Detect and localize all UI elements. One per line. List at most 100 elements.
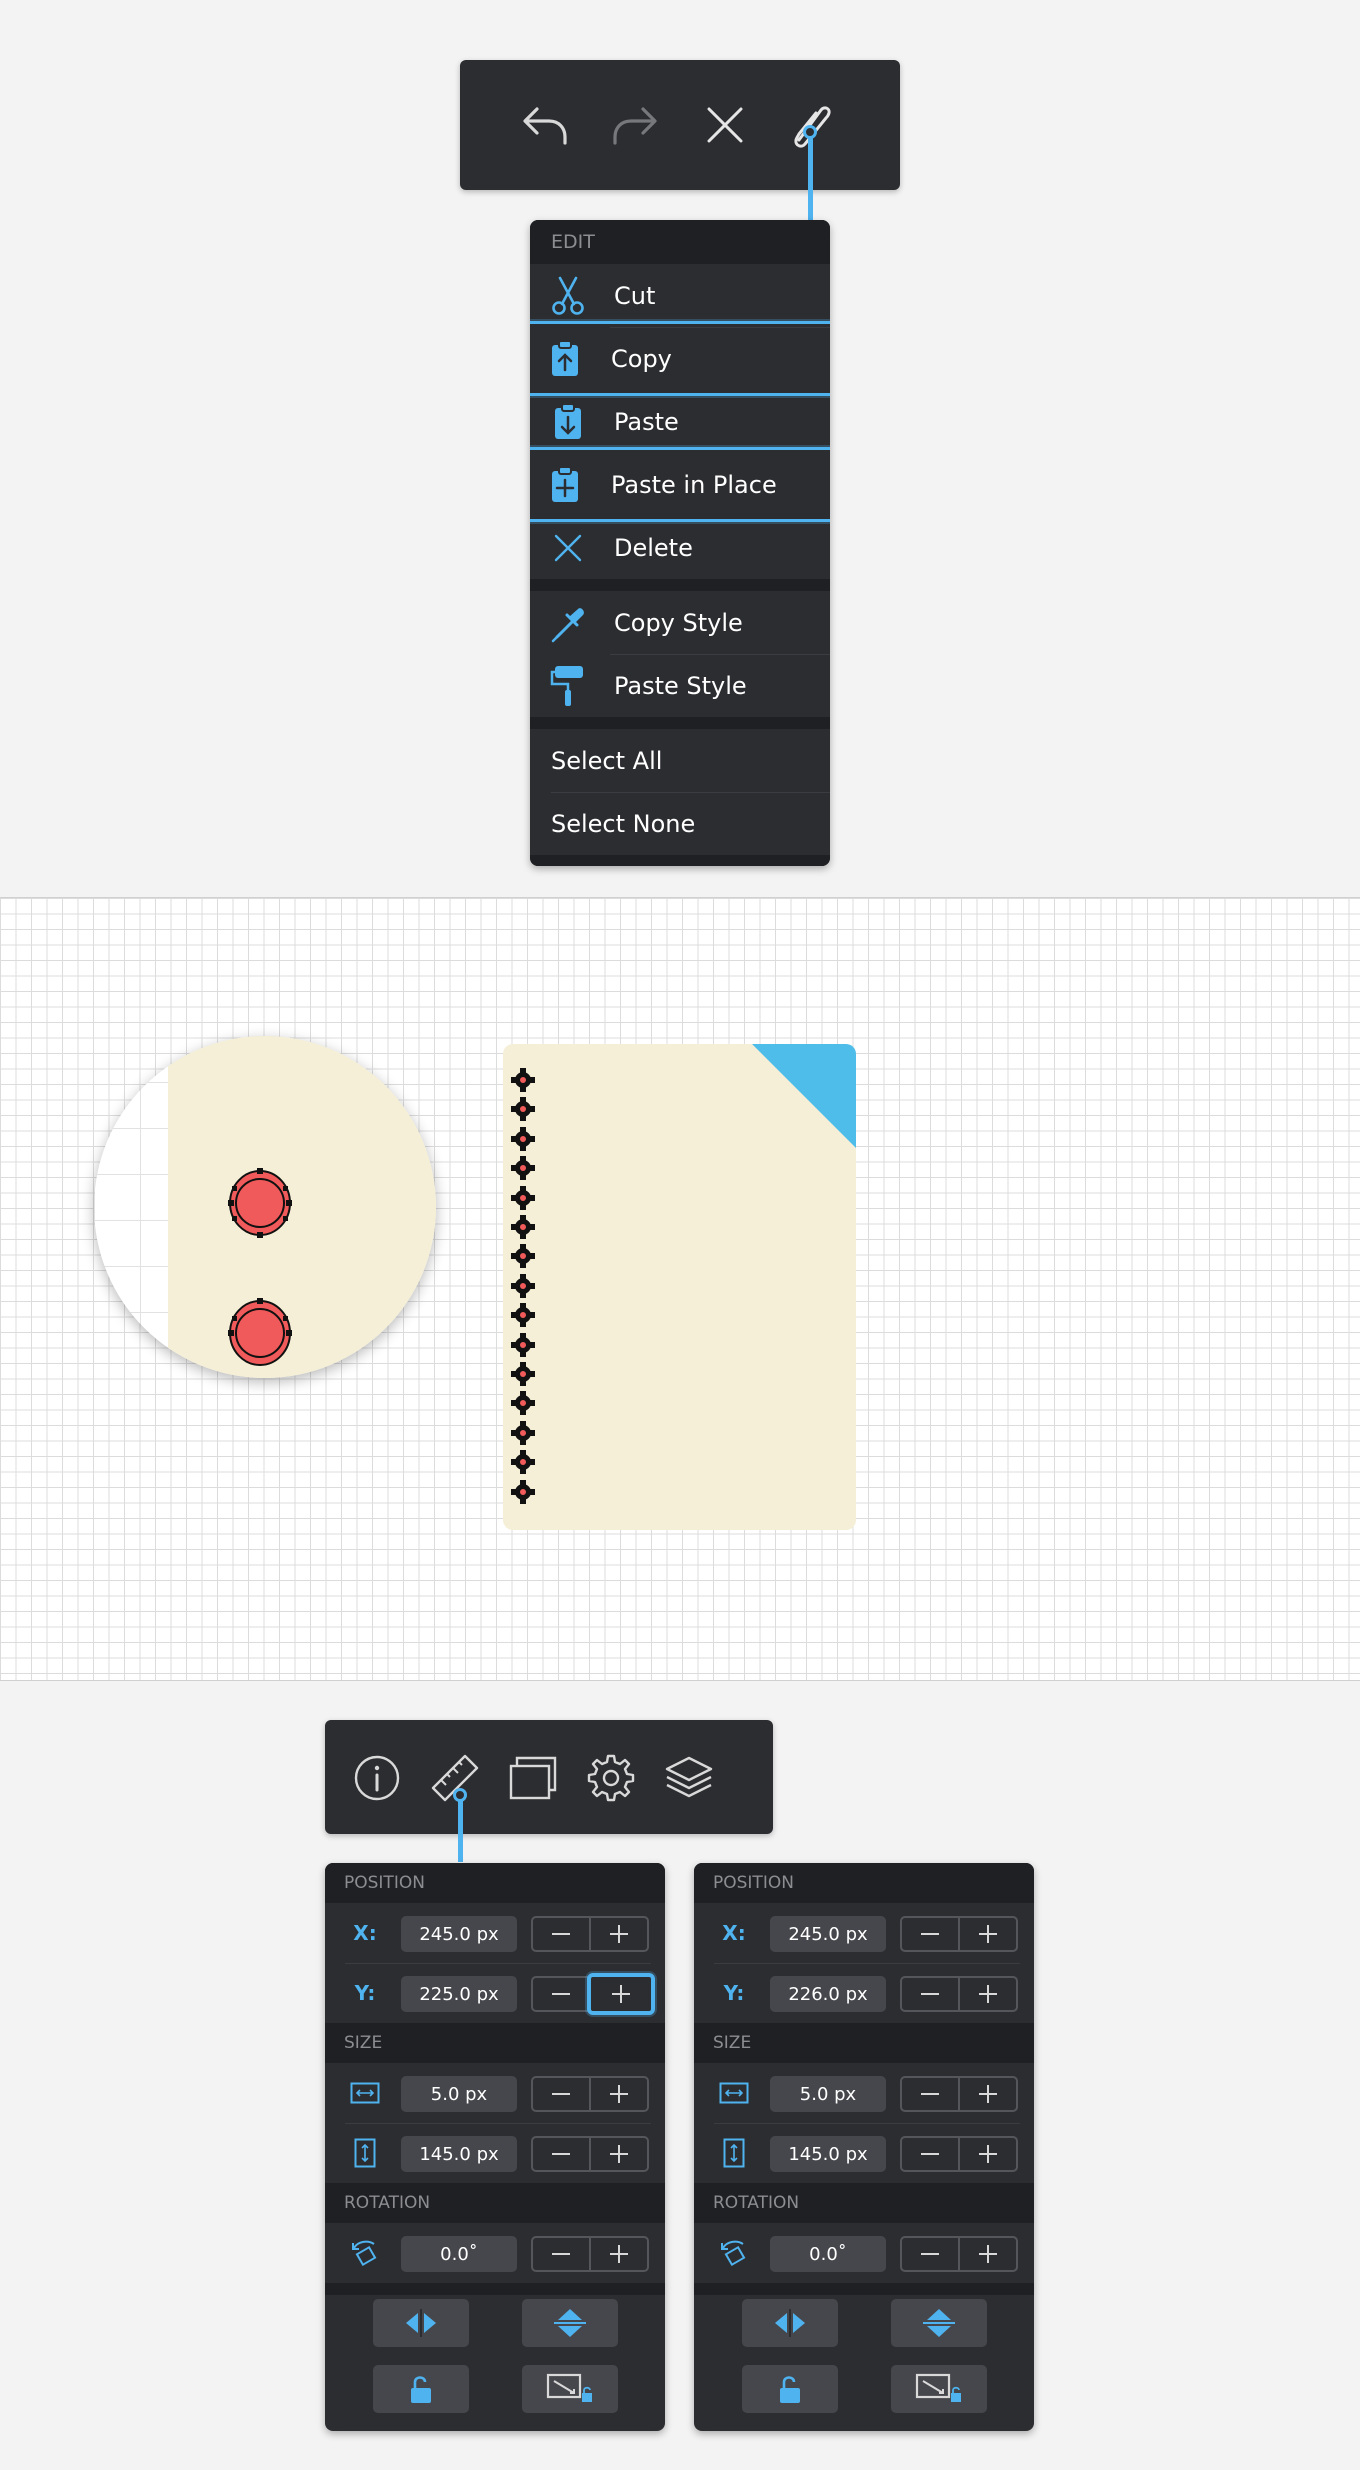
x-field[interactable]: 245.0 px <box>770 1916 886 1952</box>
menu-item-select-none[interactable]: Select None <box>530 792 830 855</box>
binding-hole <box>511 1450 535 1475</box>
height-row: 145.0 px <box>325 2123 665 2183</box>
rotation-stepper <box>900 2236 1020 2272</box>
unlock-icon <box>780 2376 800 2403</box>
y-increment-button[interactable] <box>958 1976 1018 2012</box>
layers-copy-button[interactable] <box>501 1746 565 1810</box>
height-icon <box>354 2138 376 2168</box>
y-stepper <box>900 1976 1020 2012</box>
height-icon <box>723 2138 745 2168</box>
menu-item-label: Paste <box>614 407 679 436</box>
x-field[interactable]: 245.0 px <box>401 1916 517 1952</box>
undo-button[interactable] <box>510 90 580 160</box>
binding-hole <box>511 1479 535 1504</box>
menu-item-paste-style[interactable]: Paste Style <box>530 654 830 717</box>
menu-item-cut[interactable]: Cut <box>530 264 830 327</box>
notepad-shape[interactable] <box>503 1044 856 1530</box>
height-increment-button[interactable] <box>958 2136 1018 2172</box>
binding-hole <box>511 1244 535 1269</box>
y-field[interactable]: 225.0 px <box>401 1976 517 2012</box>
magnifier-loupe <box>94 1036 436 1378</box>
height-decrement-button[interactable] <box>900 2136 960 2172</box>
flip-horizontal-button[interactable] <box>373 2299 469 2347</box>
size-header: SIZE <box>325 2023 665 2063</box>
lock-button[interactable] <box>742 2365 838 2413</box>
layers-copy-icon <box>509 1756 557 1800</box>
flip-horizontal-icon <box>406 2309 436 2337</box>
rotation-decrement-button[interactable] <box>531 2236 591 2272</box>
eyedropper-icon <box>551 607 584 642</box>
width-row: 5.0 px <box>694 2063 1034 2123</box>
clipboard-paste-icon <box>555 402 581 439</box>
scissors-icon <box>552 276 584 315</box>
width-field[interactable]: 5.0 px <box>770 2076 886 2112</box>
position-header: POSITION <box>325 1863 665 1903</box>
rotation-header: ROTATION <box>694 2183 1034 2223</box>
x-increment-button[interactable] <box>589 1916 649 1952</box>
binding-hole <box>511 1362 535 1386</box>
y-decrement-button[interactable] <box>900 1976 960 2012</box>
lock-button[interactable] <box>373 2365 469 2413</box>
info-button[interactable] <box>345 1746 409 1810</box>
flip-vertical-button[interactable] <box>891 2299 987 2347</box>
menu-group-divider <box>530 579 830 591</box>
height-increment-button[interactable] <box>589 2136 649 2172</box>
magnified-hole-bottom <box>228 1298 292 1366</box>
y-decrement-button[interactable] <box>531 1976 591 2012</box>
x-decrement-button[interactable] <box>900 1916 960 1952</box>
y-label: Y: <box>354 1981 376 2005</box>
menu-header: EDIT <box>530 220 830 264</box>
flip-vertical-icon <box>554 2309 586 2337</box>
width-stepper <box>531 2076 651 2112</box>
rotation-field[interactable]: 0.0˚ <box>401 2236 517 2272</box>
x-label: X: <box>722 1921 746 1945</box>
width-increment-button[interactable] <box>589 2076 649 2112</box>
height-decrement-button[interactable] <box>531 2136 591 2172</box>
rotation-increment-button[interactable] <box>589 2236 649 2272</box>
menu-item-copy[interactable]: Copy <box>530 321 830 396</box>
height-field[interactable]: 145.0 px <box>401 2136 517 2172</box>
clipboard-copy-icon <box>552 339 578 376</box>
menu-item-select-all[interactable]: Select All <box>530 729 830 792</box>
x-increment-button[interactable] <box>958 1916 1018 1952</box>
binding-hole <box>511 1097 535 1122</box>
menu-item-paste[interactable]: Paste <box>530 390 830 453</box>
clipboard-paste-in-place-icon <box>552 465 578 502</box>
flip-vertical-button[interactable] <box>522 2299 618 2347</box>
width-increment-button[interactable] <box>958 2076 1018 2112</box>
toolbar-menu-connector <box>808 130 813 220</box>
lock-proportions-button[interactable] <box>891 2365 987 2413</box>
width-decrement-button[interactable] <box>900 2076 960 2112</box>
menu-item-label: Select None <box>551 809 696 838</box>
drawing-canvas[interactable] <box>0 897 1360 1681</box>
binding-hole <box>511 1420 535 1445</box>
rotation-increment-button[interactable] <box>958 2236 1018 2272</box>
rotation-header: ROTATION <box>325 2183 665 2223</box>
flip-horizontal-icon <box>775 2309 805 2337</box>
binding-hole <box>511 1391 535 1416</box>
redo-button[interactable] <box>600 90 670 160</box>
delete-x-icon <box>554 534 582 561</box>
menu-item-paste-in-place[interactable]: Paste in Place <box>530 447 830 522</box>
rotation-field[interactable]: 0.0˚ <box>770 2236 886 2272</box>
rotation-decrement-button[interactable] <box>900 2236 960 2272</box>
proportion-lock-icon <box>546 2373 592 2402</box>
y-increment-button[interactable] <box>587 1973 655 2015</box>
settings-button[interactable] <box>579 1746 643 1810</box>
flip-horizontal-button[interactable] <box>742 2299 838 2347</box>
height-field[interactable]: 145.0 px <box>770 2136 886 2172</box>
x-decrement-button[interactable] <box>531 1916 591 1952</box>
top-toolbar <box>460 60 900 220</box>
binding-hole <box>511 1126 535 1151</box>
menu-item-copy-style[interactable]: Copy Style <box>530 591 830 654</box>
layers-button[interactable] <box>657 1746 721 1810</box>
paint-roller-icon <box>550 665 583 706</box>
width-field[interactable]: 5.0 px <box>401 2076 517 2112</box>
y-field[interactable]: 226.0 px <box>770 1976 886 2012</box>
lock-proportions-button[interactable] <box>522 2365 618 2413</box>
width-decrement-button[interactable] <box>531 2076 591 2112</box>
menu-item-delete[interactable]: Delete <box>530 516 830 579</box>
menu-item-label: Cut <box>614 281 656 310</box>
close-button[interactable] <box>690 90 760 160</box>
menu-footer <box>530 855 830 866</box>
